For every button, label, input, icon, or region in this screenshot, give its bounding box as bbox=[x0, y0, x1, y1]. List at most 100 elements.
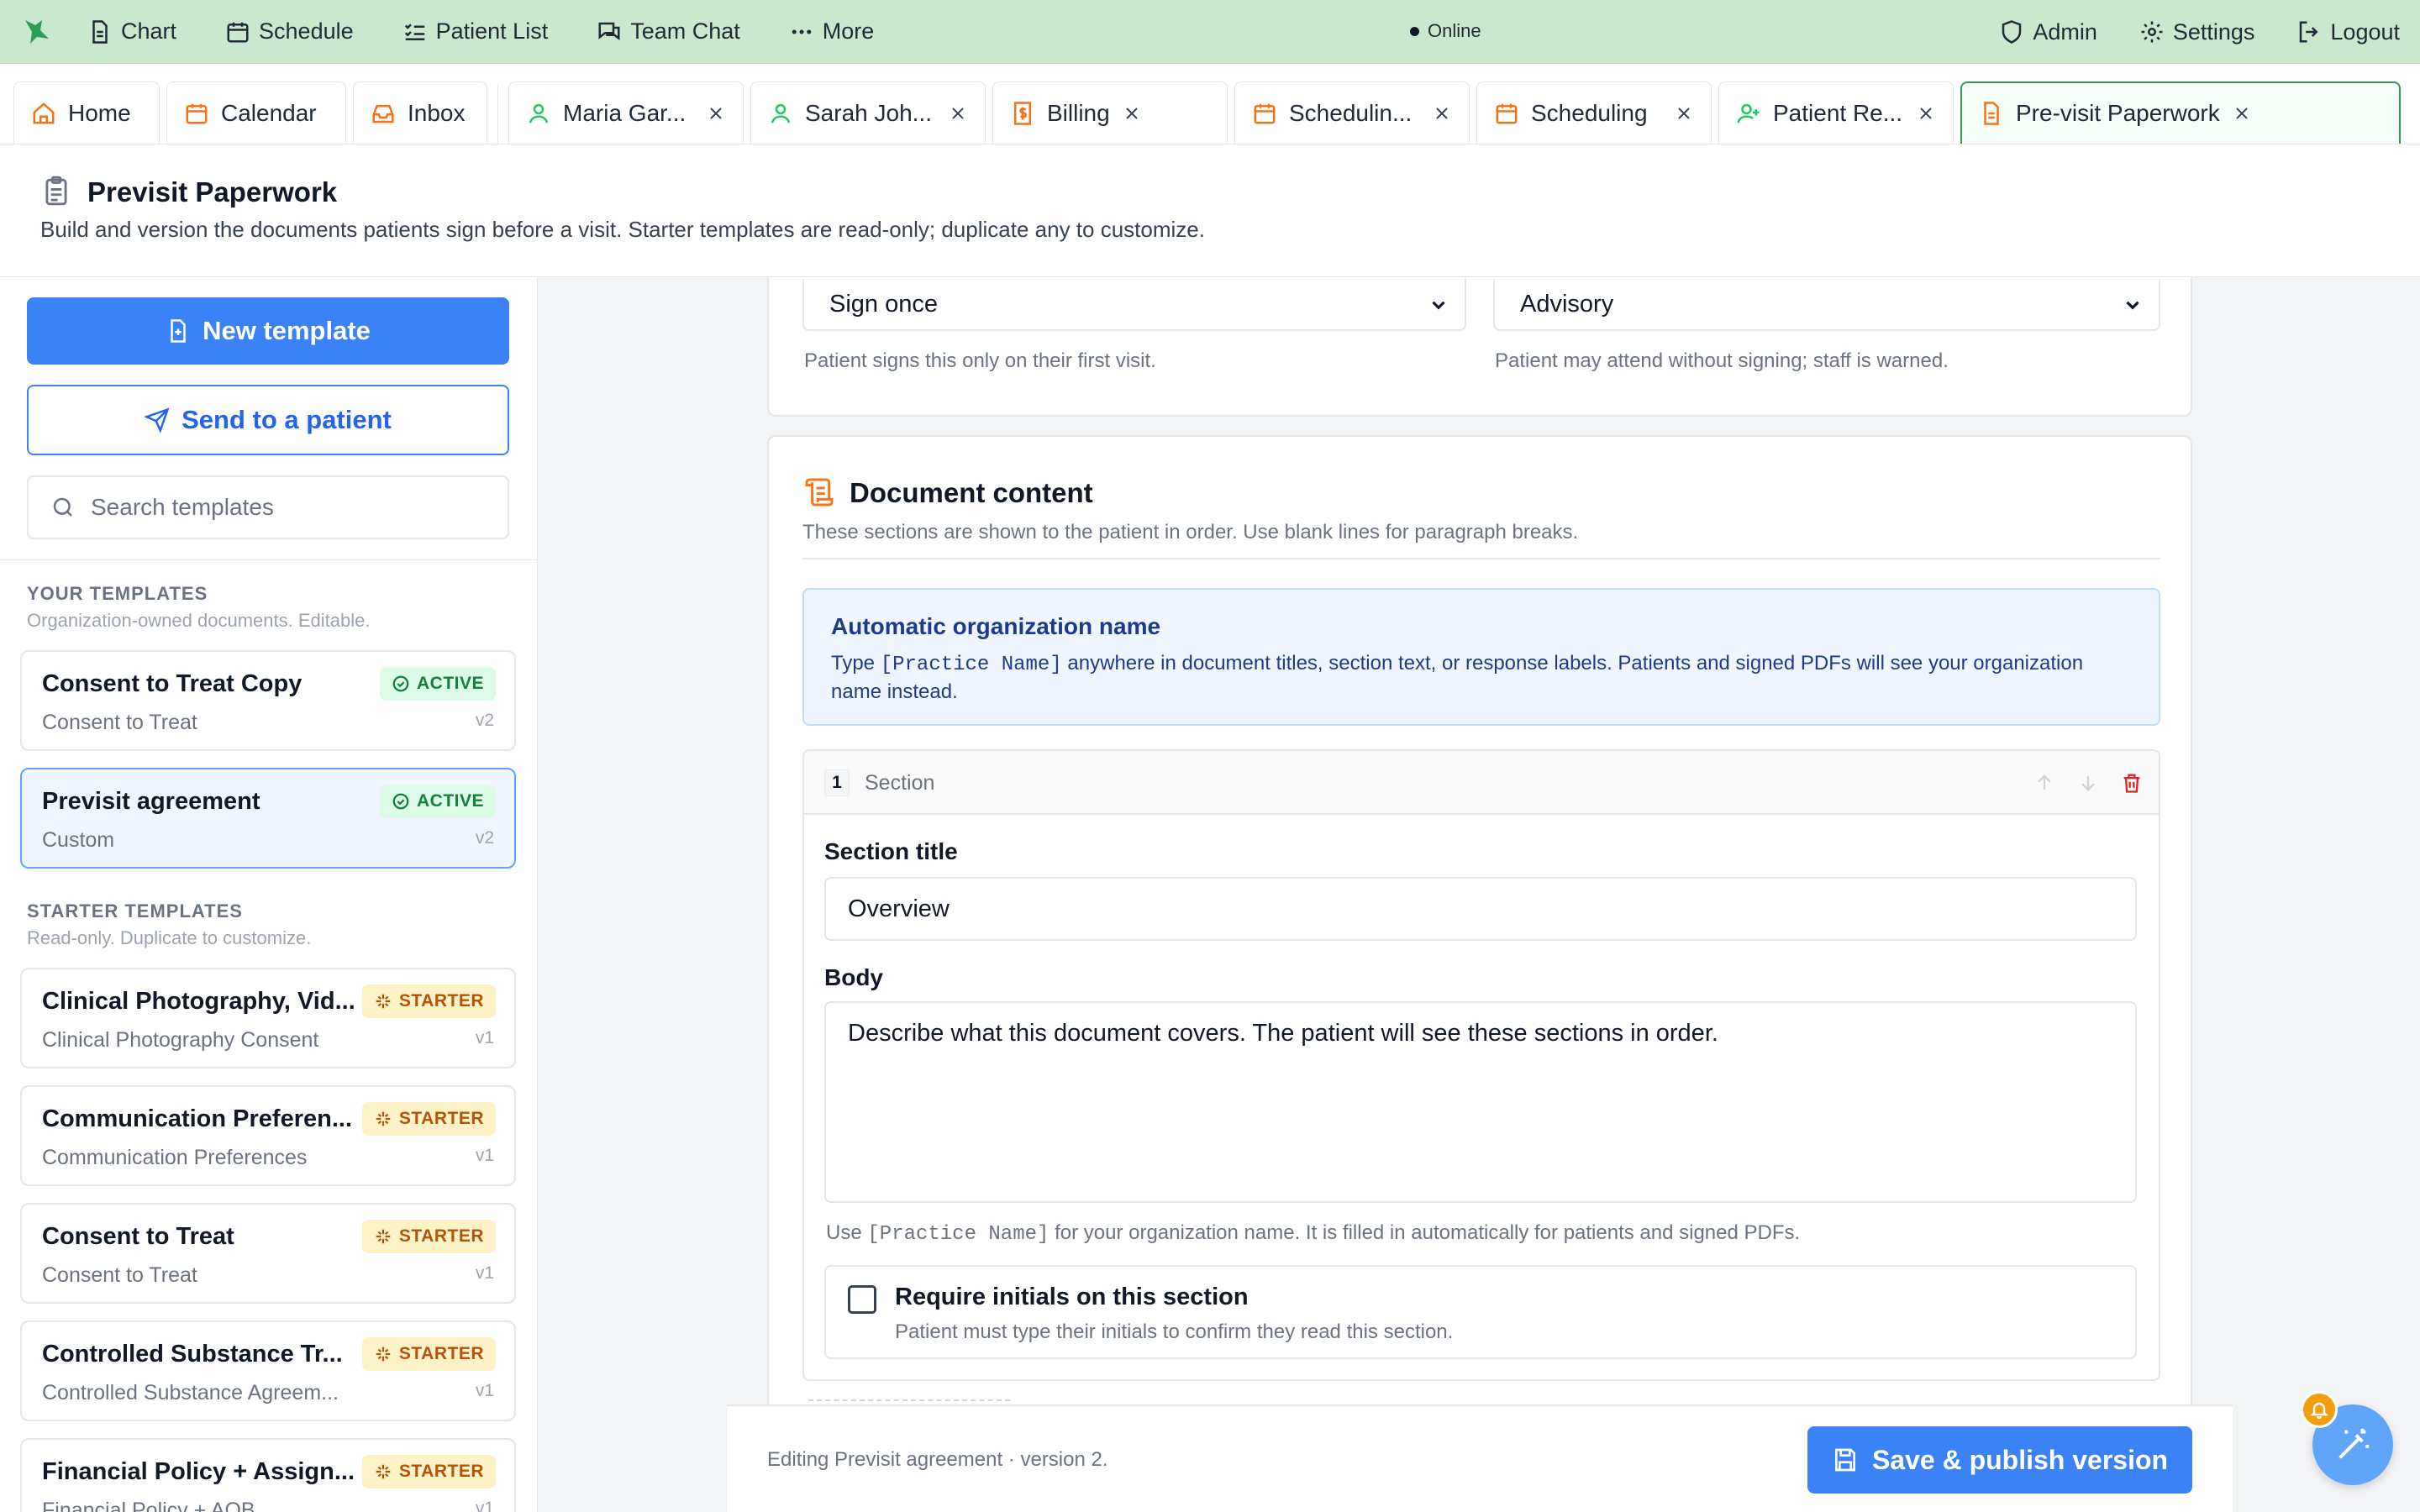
section-title-input[interactable]: Overview bbox=[824, 877, 2137, 941]
status-dot bbox=[1410, 26, 1419, 36]
add-section-placeholder bbox=[808, 1399, 1010, 1401]
calendar-icon bbox=[227, 22, 249, 42]
chevron-down-icon bbox=[1432, 301, 1445, 310]
document-content-title: Document content bbox=[850, 477, 1093, 508]
page-subtitle: Build and version the documents patients… bbox=[40, 217, 1205, 242]
clipboard-icon bbox=[45, 176, 67, 206]
calendar-icon bbox=[1496, 103, 1518, 123]
editor-footer: Editing Previsit agreement · version 2. … bbox=[727, 1404, 2233, 1512]
new-file-icon bbox=[171, 319, 186, 343]
template-sidebar: New template Send to a patient Search te… bbox=[0, 277, 538, 1512]
require-initials-label: Require initials on this section bbox=[895, 1284, 1249, 1310]
require-initials-checkbox[interactable] bbox=[848, 1285, 876, 1314]
tab-scheduling-2[interactable]: Scheduling bbox=[1476, 81, 1712, 144]
nav-team-chat[interactable]: Team Chat bbox=[597, 18, 740, 45]
starter-badge: STARTER bbox=[361, 1455, 496, 1488]
nav-admin[interactable]: Admin bbox=[1999, 19, 2097, 45]
arrow-up-icon[interactable] bbox=[2033, 771, 2056, 795]
close-icon[interactable] bbox=[1122, 103, 1142, 123]
tab-calendar[interactable]: Calendar bbox=[166, 81, 346, 144]
require-initials-description: Patient must type their initials to conf… bbox=[895, 1320, 1454, 1343]
editor-main: Sign once Patient signs this only on the… bbox=[539, 277, 2420, 1512]
editing-status: Editing Previsit agreement · version 2. bbox=[767, 1448, 1108, 1471]
ellipsis-icon bbox=[792, 29, 812, 34]
shield-icon bbox=[2002, 20, 2022, 44]
tab-inbox[interactable]: Inbox bbox=[353, 81, 487, 144]
search-icon bbox=[53, 497, 72, 517]
sign-frequency-select[interactable]: Sign once bbox=[802, 279, 1466, 331]
sparkle-icon bbox=[376, 1111, 391, 1126]
send-to-patient-button[interactable]: Send to a patient bbox=[27, 385, 509, 455]
home-icon bbox=[33, 102, 55, 123]
divider bbox=[802, 558, 2160, 559]
section-title-label: Section title bbox=[824, 838, 958, 864]
enforcement-select[interactable]: Advisory bbox=[1493, 279, 2160, 331]
sparkle-icon bbox=[376, 994, 391, 1009]
tab-previsit-paperwork[interactable]: Pre-visit Paperwork bbox=[1960, 81, 2401, 144]
starter-template-card[interactable]: Clinical Photography, Vid... STARTER Cli… bbox=[20, 968, 516, 1068]
inbox-icon bbox=[372, 104, 394, 123]
search-templates-input[interactable]: Search templates bbox=[27, 475, 509, 539]
save-publish-button[interactable]: Save & publish version bbox=[1807, 1426, 2192, 1494]
bell-icon bbox=[2309, 1402, 2329, 1420]
require-initials-option[interactable]: Require initials on this section Patient… bbox=[824, 1265, 2137, 1359]
sparkle-icon bbox=[376, 1229, 391, 1244]
chevron-down-icon bbox=[2126, 301, 2139, 310]
nav-settings[interactable]: Settings bbox=[2139, 19, 2254, 45]
starter-template-card[interactable]: Controlled Substance Tr... STARTER Contr… bbox=[20, 1320, 516, 1421]
starter-template-card[interactable]: Financial Policy + Assign... STARTER Fin… bbox=[20, 1438, 516, 1512]
section-header: 1 Section bbox=[804, 751, 2159, 815]
sparkle-icon bbox=[376, 1464, 391, 1479]
nav-right: Admin Settings Logout bbox=[1999, 0, 2400, 64]
close-icon[interactable] bbox=[1916, 103, 1936, 123]
user-icon bbox=[529, 103, 549, 123]
document-content-subtitle: These sections are shown to the patient … bbox=[802, 521, 1579, 543]
scroll-icon bbox=[805, 478, 834, 507]
template-card-selected[interactable]: Previsit agreement ACTIVE Custom v2 bbox=[20, 768, 516, 869]
tab-home[interactable]: Home bbox=[13, 81, 160, 144]
close-icon[interactable] bbox=[1674, 103, 1694, 123]
tab-scheduling-1[interactable]: Schedulin... bbox=[1234, 81, 1470, 144]
close-icon[interactable] bbox=[2232, 103, 2252, 123]
starter-badge: STARTER bbox=[361, 1337, 496, 1371]
tab-billing[interactable]: Billing bbox=[992, 81, 1228, 144]
arrow-down-icon[interactable] bbox=[2076, 771, 2100, 795]
gear-icon bbox=[2141, 21, 2163, 43]
starter-template-card[interactable]: Consent to Treat STARTER Consent to Trea… bbox=[20, 1203, 516, 1304]
section-number: 1 bbox=[824, 769, 850, 796]
page-header: Previsit Paperwork Build and version the… bbox=[0, 144, 2420, 277]
tab-patient-sarah[interactable]: Sarah Joh... bbox=[750, 81, 986, 144]
active-badge: ACTIVE bbox=[379, 785, 496, 818]
enforcement-help: Patient may attend without signing; staf… bbox=[1495, 349, 1949, 372]
tab-patient-maria[interactable]: Maria Gar... bbox=[508, 81, 744, 144]
close-icon[interactable] bbox=[948, 103, 968, 123]
starter-template-card[interactable]: Communication Preferen... STARTER Commun… bbox=[20, 1085, 516, 1186]
nav-logout[interactable]: Logout bbox=[2296, 19, 2400, 45]
close-icon[interactable] bbox=[706, 103, 726, 123]
magic-wand-icon bbox=[2338, 1428, 2370, 1459]
template-card[interactable]: Consent to Treat Copy ACTIVE Consent to … bbox=[20, 650, 516, 751]
app-logo-icon[interactable] bbox=[20, 15, 54, 49]
starter-badge: STARTER bbox=[361, 1102, 496, 1136]
connection-status: Online bbox=[1410, 20, 1481, 42]
section-body-textarea[interactable]: Describe what this document covers. The … bbox=[824, 1001, 2137, 1203]
nav-chart[interactable]: Chart bbox=[87, 18, 176, 45]
nav-more[interactable]: More bbox=[789, 18, 874, 45]
calendar-icon bbox=[1254, 103, 1276, 123]
document-content-panel: Document content These sections are show… bbox=[767, 435, 2192, 1512]
check-circle-icon bbox=[392, 793, 409, 810]
close-icon[interactable] bbox=[1432, 103, 1452, 123]
chat-icon bbox=[598, 22, 620, 40]
trash-icon[interactable] bbox=[2120, 771, 2144, 795]
billing-icon bbox=[1014, 101, 1031, 125]
practice-name-token: [Practice Name] bbox=[867, 1223, 1050, 1246]
nav-patient-list[interactable]: Patient List bbox=[402, 18, 548, 45]
section-label: Section bbox=[865, 771, 935, 795]
active-badge: ACTIVE bbox=[379, 667, 496, 701]
tab-patient-registration[interactable]: Patient Re... bbox=[1718, 81, 1954, 144]
nav-schedule[interactable]: Schedule bbox=[225, 18, 354, 45]
list-icon bbox=[404, 23, 424, 40]
notification-bell-icon[interactable] bbox=[2301, 1391, 2338, 1428]
sidebar-divider bbox=[0, 559, 537, 560]
new-template-button[interactable]: New template bbox=[27, 297, 509, 365]
